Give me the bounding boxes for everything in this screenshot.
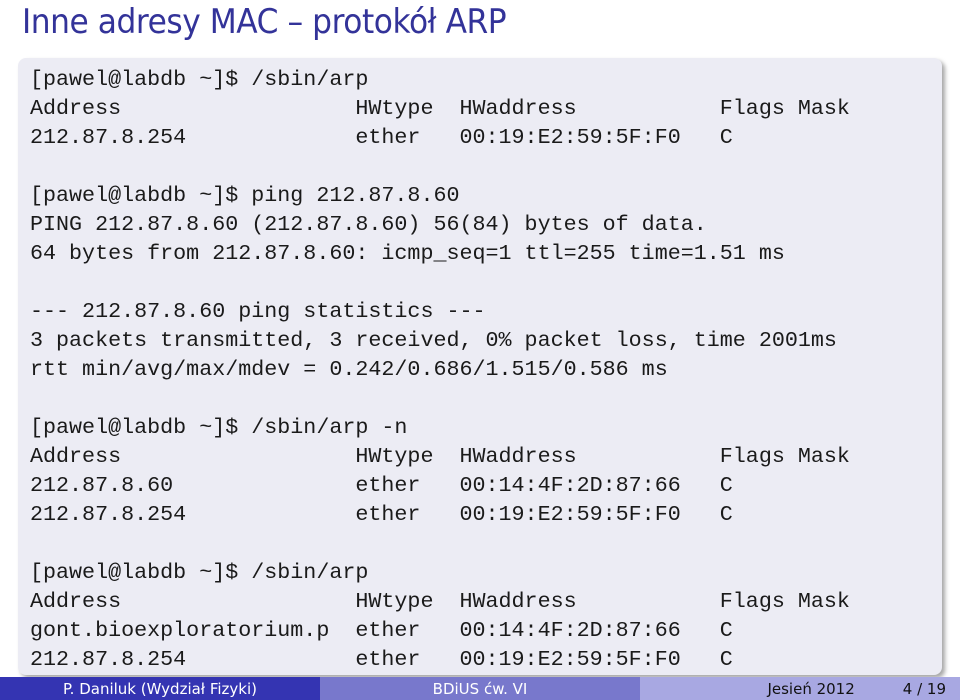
terminal-line: rtt min/avg/max/mdev = 0.242/0.686/1.515…	[30, 357, 668, 382]
terminal-text: [pawel@labdb ~]$ /sbin/arp Address HWtype…	[30, 65, 850, 674]
footer-course: BDiUS ćw. VI	[320, 677, 640, 700]
terminal-line: PING 212.87.8.60 (212.87.8.60) 56(84) by…	[30, 212, 707, 237]
terminal-line: [pawel@labdb ~]$ /sbin/arp	[30, 67, 369, 92]
terminal-line: Address HWtype HWaddress Flags Mask	[30, 444, 850, 469]
terminal-line: [pawel@labdb ~]$ /sbin/arp -n	[30, 415, 408, 440]
terminal-line: [pawel@labdb ~]$ /sbin/arp	[30, 560, 369, 585]
course-text: BDiUS ćw. VI	[432, 679, 528, 698]
slide-title: Inne adresy MAC – protokół ARP	[22, 2, 507, 42]
terminal-line: [pawel@labdb ~]$ ping 212.87.8.60	[30, 183, 460, 208]
terminal-line: Address HWtype HWaddress Flags Mask	[30, 589, 850, 614]
date-text: Jesień 2012	[767, 679, 855, 698]
terminal-line: 212.87.8.254 ether 00:19:E2:59:5F:F0 C	[30, 502, 733, 527]
terminal-line: 212.87.8.254 ether 00:19:E2:59:5F:F0 C	[30, 647, 733, 672]
footer-bar: P. Daniluk (Wydział Fizyki) BDiUS ćw. VI…	[0, 677, 960, 700]
terminal-line: 212.87.8.254 ether 00:19:E2:59:5F:F0 C	[30, 125, 733, 150]
terminal-line: --- 212.87.8.60 ping statistics ---	[30, 299, 486, 324]
terminal-line: 64 bytes from 212.87.8.60: icmp_seq=1 tt…	[30, 241, 785, 266]
terminal-line: gont.bioexploratorium.p ether 00:14:4F:2…	[30, 618, 733, 643]
terminal-output-block: [pawel@labdb ~]$ /sbin/arp Address HWtype…	[18, 58, 942, 675]
footer-author: P. Daniluk (Wydział Fizyki)	[0, 677, 320, 700]
author-text: P. Daniluk (Wydział Fizyki)	[62, 679, 258, 698]
terminal-line: 3 packets transmitted, 3 received, 0% pa…	[30, 328, 837, 353]
terminal-line: 212.87.8.60 ether 00:14:4F:2D:87:66 C	[30, 473, 733, 498]
terminal-line: Address HWtype HWaddress Flags Mask	[30, 96, 850, 121]
footer-date-page: Jesień 2012 4 / 19	[640, 677, 960, 700]
page-number: 4 / 19	[902, 679, 946, 698]
